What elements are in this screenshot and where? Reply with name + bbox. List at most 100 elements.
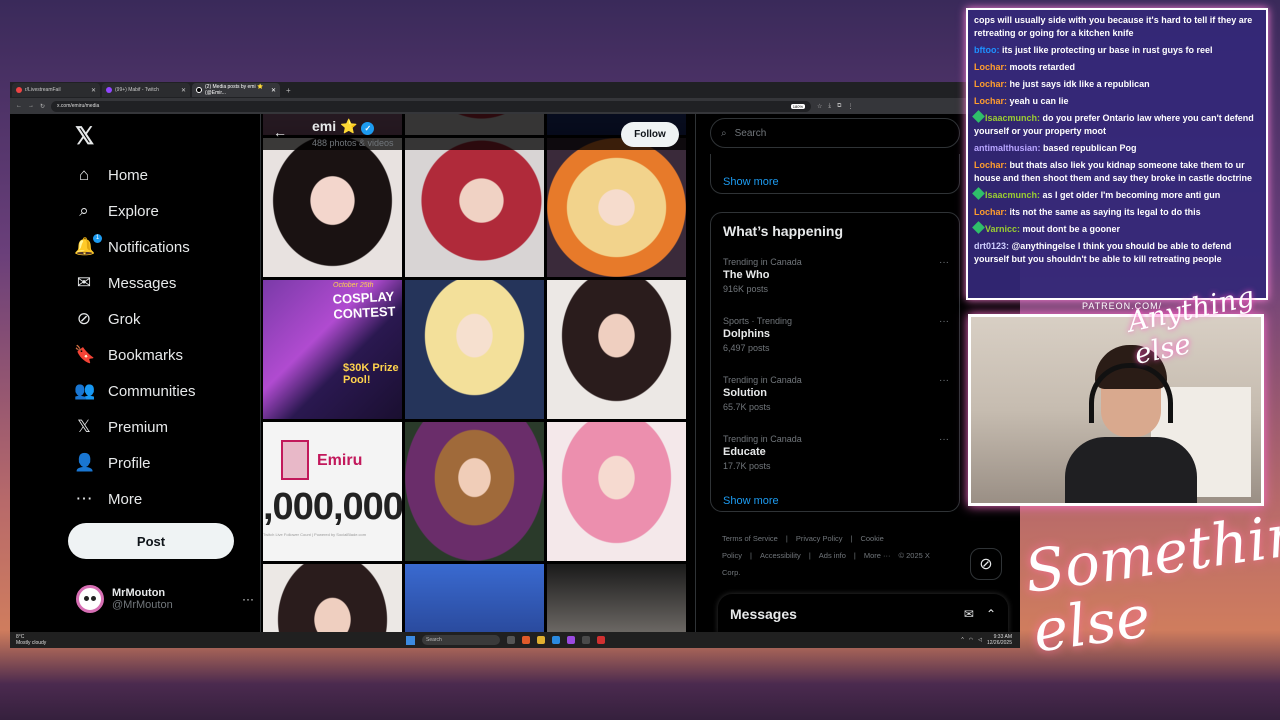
media-tile[interactable]	[405, 422, 544, 561]
chat-username: Lochar:	[974, 96, 1008, 106]
nav-item-profile[interactable]: 👤 Profile	[74, 448, 151, 478]
zoom-indicator[interactable]: 180%	[790, 103, 806, 109]
follow-button[interactable]: Follow	[621, 122, 679, 147]
nav-item-grok[interactable]: ⊘ Grok	[74, 304, 141, 334]
footer-link[interactable]: Accessibility	[760, 551, 801, 560]
close-tab-icon[interactable]: ✕	[181, 87, 186, 94]
trend-item[interactable]: Trending in Canada Solution 65.7K posts ···	[723, 375, 949, 412]
messages-drawer[interactable]: Messages ✉ ⌃	[718, 594, 1008, 634]
media-tile[interactable]	[547, 422, 686, 561]
footer-link[interactable]: More ···	[864, 551, 891, 560]
search-input[interactable]: ⌕ Search	[710, 118, 960, 148]
chat-username: antimalthusian:	[974, 143, 1041, 153]
media-tile[interactable]	[263, 564, 402, 632]
nav-item-bookmarks[interactable]: 🔖 Bookmarks	[74, 340, 183, 370]
promo-prize: $30K Prize Pool!	[343, 362, 399, 386]
x-logo-icon[interactable]: 𝕏	[75, 122, 94, 151]
chat-message: Isaacmunch: do you prefer Ontario law wh…	[972, 110, 1260, 138]
wifi-icon[interactable]: ◠	[969, 637, 973, 643]
close-tab-icon[interactable]: ✕	[91, 87, 96, 94]
whats-happening-card: What’s happening Trending in Canada The W…	[710, 212, 960, 512]
account-switcher[interactable]: MrMouton @MrMouton ···	[76, 580, 254, 618]
trend-item[interactable]: Trending in Canada The Who 916K posts ···	[723, 257, 949, 294]
nav-item-label: Bookmarks	[108, 346, 184, 364]
nav-item-label: Messages	[108, 274, 177, 292]
star-icon: ⭐	[340, 118, 358, 134]
chat-message: cops will usually side with you because …	[974, 14, 1260, 40]
nav-item-label: More	[108, 490, 143, 508]
trend-item[interactable]: Sports · Trending Dolphins 6,497 posts ···	[723, 316, 949, 353]
nav-item-premium[interactable]: 𝕏 Premium	[74, 412, 168, 442]
media-tile[interactable]	[405, 564, 544, 632]
footer-link[interactable]: Privacy Policy	[796, 534, 843, 543]
nav-item-notifications[interactable]: 🔔 1 Notifications	[74, 232, 190, 262]
nav-item-label: Home	[108, 166, 149, 184]
chat-username: drt0123:	[974, 241, 1010, 251]
volume-icon[interactable]: ◁	[978, 637, 982, 643]
app-icon[interactable]	[567, 636, 575, 644]
task-view-icon[interactable]	[507, 636, 515, 644]
show-more-link[interactable]: Show more	[723, 495, 779, 507]
chat-text: its just like protecting ur base in rust…	[1002, 45, 1213, 55]
trend-item[interactable]: Trending in Canada Educate 17.7K posts ···	[723, 434, 949, 471]
media-tile-counter[interactable]: Emiru ,000,000 Twitch Live Follower Coun…	[263, 422, 402, 561]
counter-footer: Twitch Live Follower Count | Powered by …	[263, 532, 367, 537]
media-tile[interactable]	[405, 138, 544, 277]
media-tile[interactable]	[263, 138, 402, 277]
app-icon[interactable]	[582, 636, 590, 644]
back-icon[interactable]: ←	[16, 103, 22, 109]
post-button[interactable]: Post	[68, 523, 234, 559]
back-arrow-icon[interactable]: ←	[273, 124, 287, 140]
clock[interactable]: 9:33 AM 12/26/2025	[987, 634, 1012, 646]
search-icon: ⌕	[721, 127, 727, 139]
browser-tab[interactable]: r/LivestreamFail ✕	[12, 83, 100, 97]
app-icon[interactable]	[552, 636, 560, 644]
counter-avatar	[281, 440, 309, 480]
browser-tab[interactable]: (99+) Mabif - Twitch ✕	[102, 83, 190, 97]
new-tab-icon[interactable]: +	[286, 86, 291, 95]
menu-icon[interactable]: ⋮	[847, 103, 853, 110]
nav-item-communities[interactable]: 👥 Communities	[74, 376, 196, 406]
close-tab-icon[interactable]: ✕	[271, 87, 276, 94]
footer-separator: |	[785, 534, 788, 543]
nav-item-home[interactable]: ⌂ Home	[74, 160, 148, 190]
chat-text: yeah u can lie	[1009, 96, 1069, 106]
download-icon[interactable]: ⤓	[828, 103, 831, 110]
windows-start-icon[interactable]	[406, 635, 415, 645]
footer-link[interactable]: Ads info	[819, 551, 846, 560]
footer-link[interactable]: Terms of Service	[722, 534, 778, 543]
media-tile[interactable]	[547, 138, 686, 277]
more-dots-icon[interactable]: ···	[939, 375, 949, 386]
media-tile[interactable]	[547, 280, 686, 419]
reload-icon[interactable]: ↻	[40, 103, 45, 110]
folder-app-icon[interactable]	[537, 636, 545, 644]
grok-button[interactable]: ⊘	[970, 548, 1002, 580]
bookmark-star-icon[interactable]: ☆	[817, 103, 822, 110]
browser-tab-active[interactable]: (2) Media posts by emi ⭐ (@Emir... ✕	[192, 83, 280, 97]
more-dots-icon[interactable]: ···	[939, 316, 949, 327]
extensions-icon[interactable]: ⧉	[837, 103, 841, 110]
expand-up-icon[interactable]: ⌃	[986, 607, 996, 621]
chat-text: based republican Pog	[1043, 143, 1137, 153]
media-tile[interactable]	[547, 564, 686, 632]
more-dots-icon[interactable]: ···	[939, 257, 949, 268]
media-tile[interactable]	[405, 280, 544, 419]
media-tile-promo[interactable]: October 25th COSPLAY CONTEST $30K Prize …	[263, 280, 402, 419]
weather-widget[interactable]: 8°C Mostly cloudy	[16, 634, 46, 646]
windows-taskbar: 8°C Mostly cloudy Search ^ ◠ ◁ 9:33 AM 1…	[10, 632, 1020, 648]
tray-chevron-icon[interactable]: ^	[961, 637, 963, 643]
browser-app-icon[interactable]	[522, 636, 530, 644]
counter-name: Emiru	[317, 452, 363, 469]
nav-item-explore[interactable]: ⌕ Explore	[74, 196, 159, 226]
more-dots-icon[interactable]: ···	[939, 434, 949, 445]
nav-item-messages[interactable]: ✉ Messages	[74, 268, 177, 298]
show-more-link[interactable]: Show more	[723, 176, 779, 188]
taskbar-search[interactable]: Search	[422, 635, 500, 645]
url-field[interactable]: x.com/emiru/media 180%	[51, 100, 812, 112]
app-icon[interactable]	[597, 636, 605, 644]
new-message-icon[interactable]: ✉	[964, 607, 974, 621]
nav-item-more[interactable]: ⋯ More	[74, 484, 143, 514]
more-dots-icon[interactable]: ···	[242, 592, 254, 606]
mail-icon: ✉	[76, 273, 92, 292]
forward-icon[interactable]: →	[28, 103, 34, 109]
